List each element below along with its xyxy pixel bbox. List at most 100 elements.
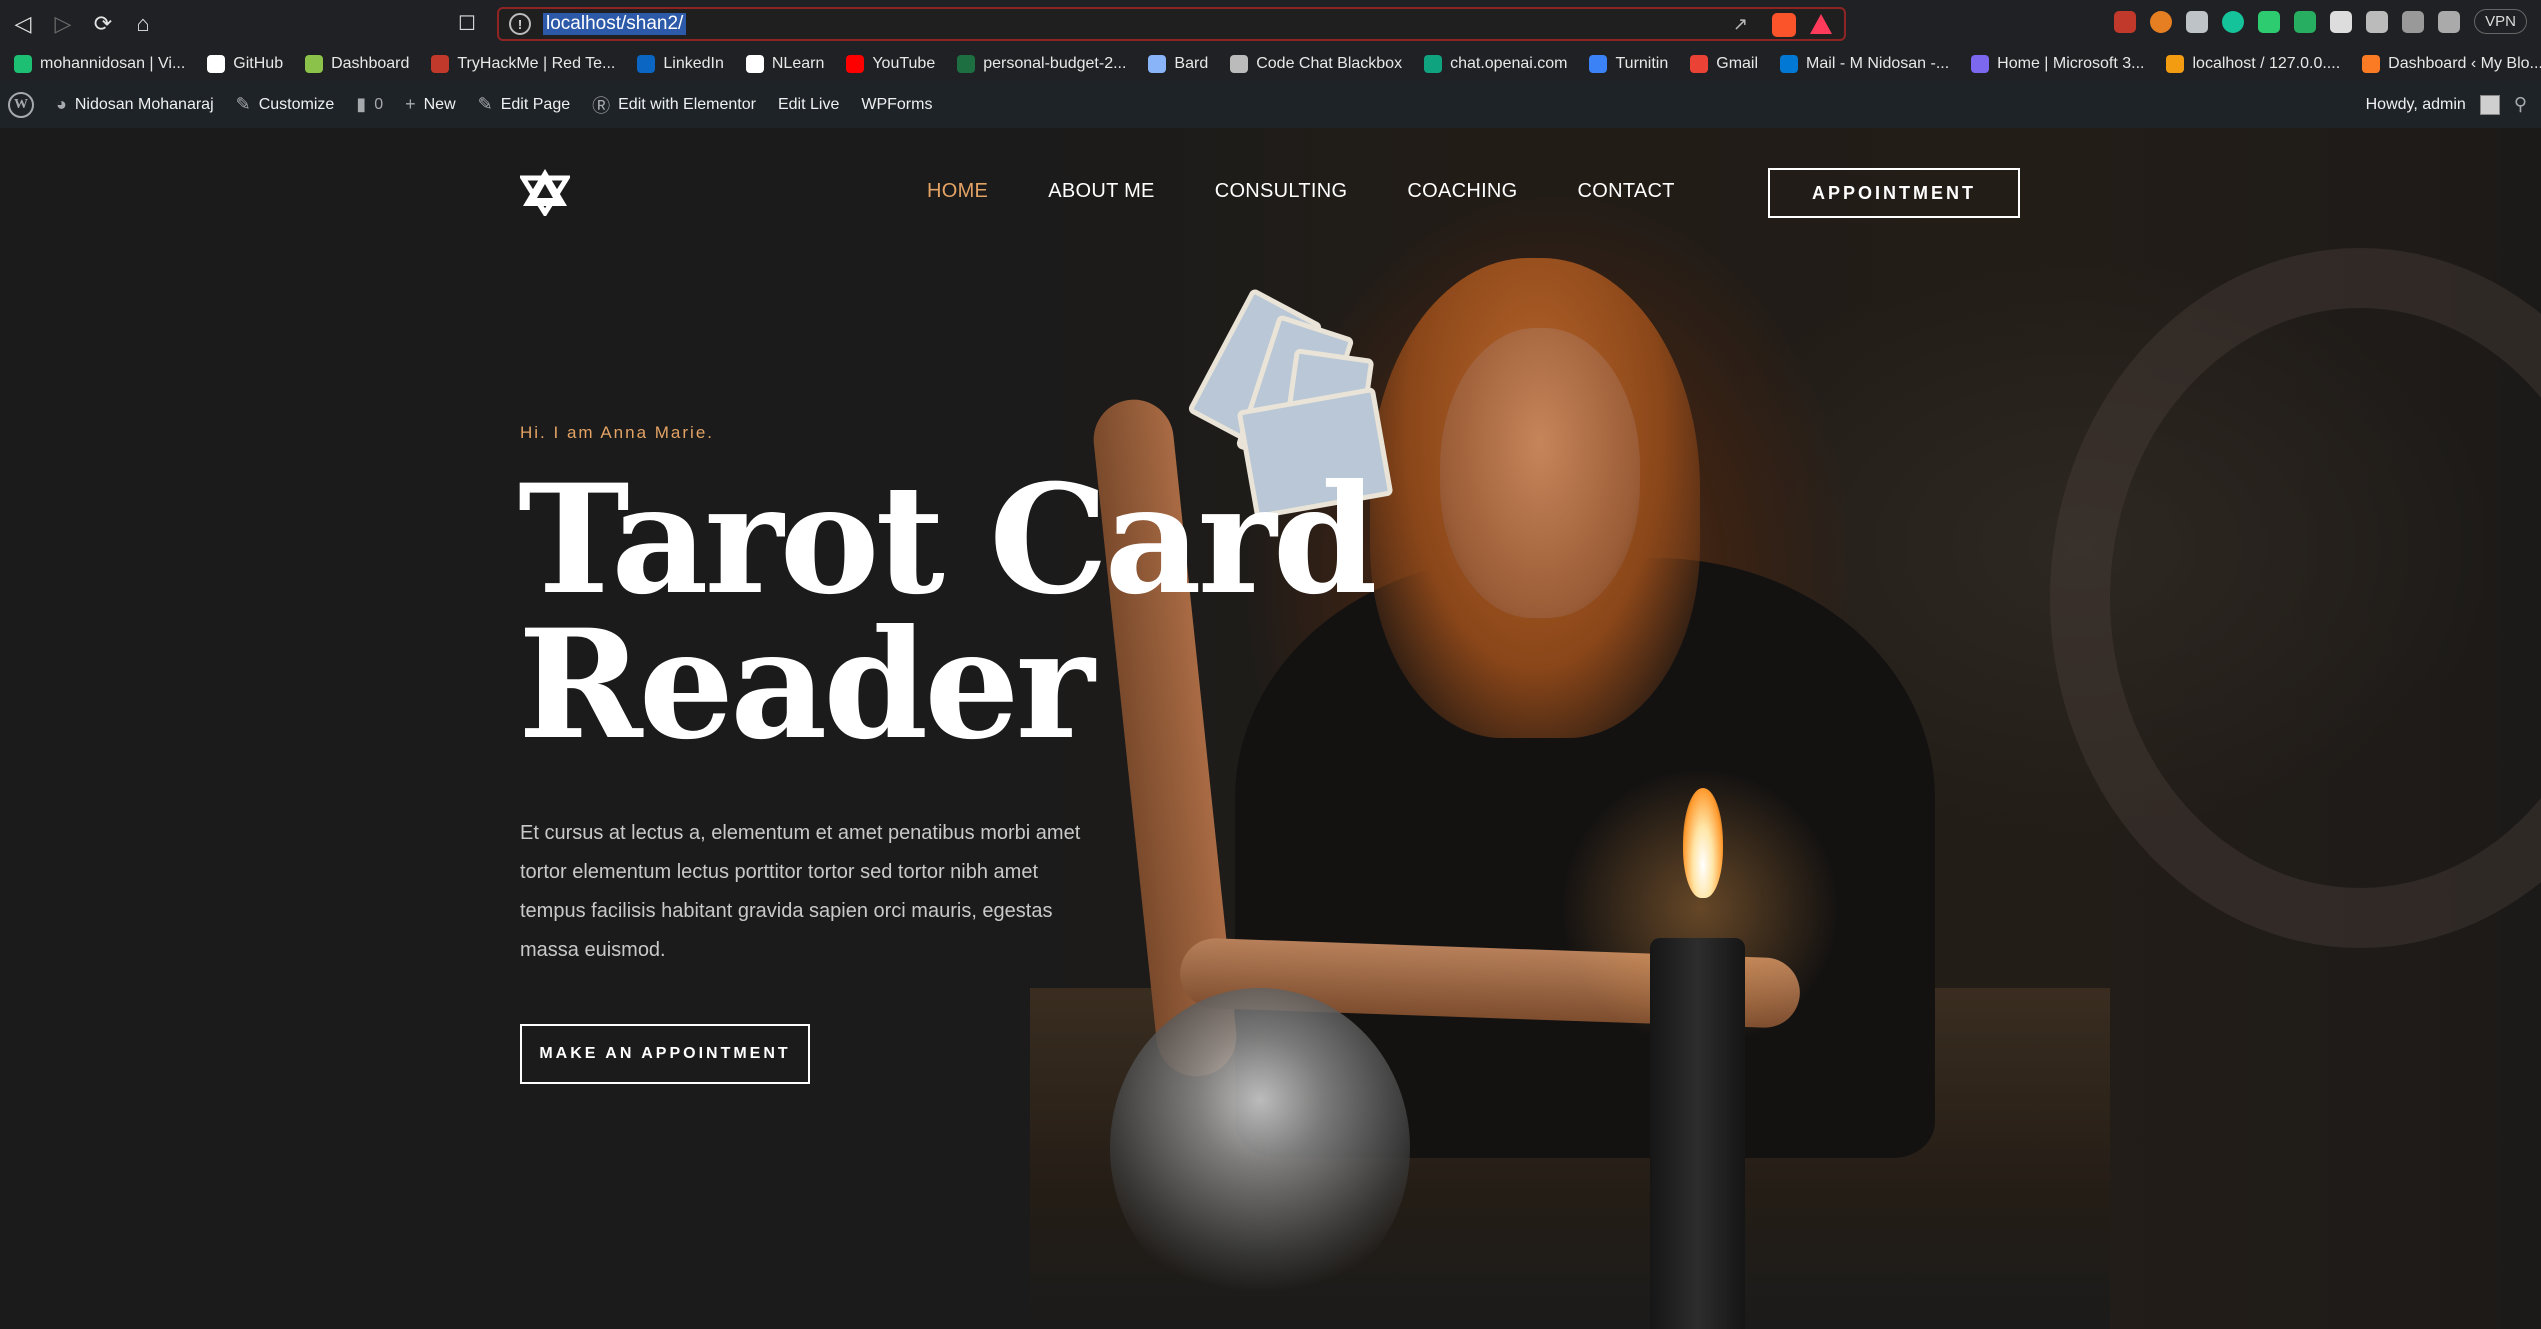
site-info-icon[interactable]: ! (509, 13, 531, 35)
comment-icon: ▮ (356, 94, 367, 114)
bookmark-label: mohannidosan | Vi... (40, 55, 186, 72)
wpforms-link[interactable]: WPForms (861, 96, 932, 114)
nlearn-icon (745, 55, 764, 73)
extension-cookie-icon[interactable] (2150, 10, 2173, 33)
bookmark-item[interactable]: Gmail (1690, 55, 1758, 73)
edit-page-link[interactable]: ✎ Edit Page (478, 94, 570, 115)
comments-link[interactable]: ▮ 0 (356, 94, 383, 115)
reload-icon[interactable]: ⟳ (86, 7, 120, 41)
extension-leaf-icon[interactable] (2294, 10, 2317, 33)
nav-contact[interactable]: CONTACT (1578, 180, 1675, 203)
howdy-user-link[interactable]: Howdy, admin (2366, 96, 2466, 114)
share-icon[interactable]: ↗ (1733, 14, 1748, 35)
extension-bird-icon[interactable] (2186, 10, 2209, 33)
fiverr-icon (14, 55, 32, 73)
bookmark-label: Code Chat Blackbox (1256, 55, 1403, 72)
customize-link[interactable]: ✎ Customize (236, 94, 335, 115)
bookmark-item[interactable]: mohannidosan | Vi... (14, 55, 185, 73)
shield-extension-icon[interactable] (2258, 10, 2281, 33)
bookmark-label: Mail - M Nidosan -... (1806, 55, 1950, 72)
nav-home[interactable]: HOME (927, 180, 988, 203)
avatar[interactable] (2479, 94, 2500, 115)
bookmark-label: Gmail (1716, 55, 1759, 72)
site-logo-icon[interactable] (520, 166, 570, 216)
search-icon[interactable]: ⚲ (2514, 94, 2527, 115)
forward-icon[interactable]: ▷ (46, 7, 80, 41)
bookmark-item[interactable]: localhost / 127.0.0.... (2166, 55, 2340, 73)
hero-title: Tarot Card Reader (518, 465, 1418, 760)
phpmyadmin-icon (2166, 55, 2185, 73)
download-icon[interactable] (2366, 10, 2389, 33)
home-icon[interactable]: ⌂ (126, 7, 160, 41)
comments-count: 0 (374, 95, 384, 113)
excel-icon (957, 55, 976, 73)
ublock-icon[interactable] (2114, 10, 2137, 33)
bookmark-icon[interactable]: ☐ (458, 11, 476, 36)
turnitin-icon (1589, 55, 1608, 73)
url-text[interactable]: localhost/shan2/ (543, 13, 687, 35)
wallet-icon[interactable] (2438, 10, 2461, 33)
new-label: New (423, 95, 456, 113)
bookmark-item[interactable]: personal-budget-2... (957, 55, 1126, 73)
bookmark-item[interactable]: Code Chat Blackbox (1230, 55, 1402, 73)
bookmark-item[interactable]: Dashboard (305, 55, 409, 73)
bookmark-label: YouTube (872, 55, 936, 72)
bookmark-item[interactable]: GitHub (207, 55, 283, 73)
back-icon[interactable]: ◁ (6, 7, 40, 41)
dashboard-icon: ◕ (56, 94, 67, 114)
appointment-button[interactable]: APPOINTMENT (1768, 168, 2020, 218)
xampp-icon (2362, 55, 2381, 73)
bookmark-label: LinkedIn (663, 55, 724, 72)
main-nav: HOME ABOUT ME CONSULTING COACHING CONTAC… (927, 180, 1675, 203)
nav-about-me[interactable]: ABOUT ME (1048, 180, 1155, 203)
crystal-ball-image (1110, 988, 1410, 1308)
cube-icon (305, 55, 324, 73)
bookmark-item[interactable]: LinkedIn (637, 55, 724, 73)
bookmark-item[interactable]: chat.openai.com (1424, 55, 1567, 73)
bookmark-item[interactable]: NLearn (745, 55, 824, 73)
browser-toolbar: ◁ ▷ ⟳ ⌂ ☐ ! localhost/shan2/ ↗ VPN (0, 0, 2541, 47)
sidebar-icon[interactable] (2402, 10, 2425, 33)
brush-icon: ✎ (235, 94, 251, 114)
wpforms-label: WPForms (861, 95, 933, 113)
wp-admin-bar: W ◕ Nidosan Mohanaraj ✎ Customize ▮ 0 + … (0, 81, 2541, 128)
bookmark-label: Dashboard (331, 55, 410, 72)
nav-consulting[interactable]: CONSULTING (1215, 180, 1348, 203)
extensions-puzzle-icon[interactable] (2330, 10, 2353, 33)
microsoft-icon (1971, 55, 1990, 73)
make-appointment-button[interactable]: MAKE AN APPOINTMENT (520, 1024, 810, 1084)
brave-rewards-icon[interactable] (1810, 14, 1832, 34)
customize-label: Customize (258, 95, 335, 113)
vpn-button[interactable]: VPN (2474, 9, 2527, 34)
edit-elementor-link[interactable]: Ⓡ Edit with Elementor (592, 92, 756, 118)
bookmark-label: TryHackMe | Red Te... (457, 55, 616, 72)
bookmark-item[interactable]: Mail - M Nidosan -... (1780, 55, 1949, 73)
reader-face-image (1440, 328, 1640, 618)
bookmark-item[interactable]: Home | Microsoft 3... (1971, 55, 2144, 73)
brave-shields-icon[interactable] (1772, 13, 1796, 37)
site-name-label: Nidosan Mohanaraj (74, 95, 214, 113)
bookmark-item[interactable]: Turnitin (1589, 55, 1668, 73)
plus-icon: + (405, 94, 416, 114)
linkedin-icon (637, 55, 656, 73)
elementor-icon: Ⓡ (592, 95, 611, 116)
bookmark-label: personal-budget-2... (983, 55, 1127, 72)
bookmarks-bar: mohannidosan | Vi... GitHub Dashboard TryHa… (0, 47, 2541, 81)
grammarly-icon[interactable] (2222, 10, 2245, 33)
hero-description: Et cursus at lectus a, elementum et amet… (520, 822, 1081, 961)
edit-live-label: Edit Live (777, 95, 840, 113)
bookmark-label: Home | Microsoft 3... (1997, 55, 2145, 72)
bookmark-label: GitHub (233, 55, 284, 72)
extensions-area: VPN (2114, 9, 2527, 34)
address-bar[interactable]: ! localhost/shan2/ ↗ (497, 7, 1846, 41)
bookmark-item[interactable]: YouTube (846, 55, 935, 73)
wordpress-logo-icon[interactable]: W (8, 91, 34, 118)
bookmark-item[interactable]: Bard (1148, 55, 1208, 73)
nav-coaching[interactable]: COACHING (1407, 180, 1517, 203)
bookmark-item[interactable]: TryHackMe | Red Te... (431, 55, 615, 73)
bookmark-label: Dashboard ‹ My Blo... (2388, 55, 2541, 72)
new-content-link[interactable]: + New (405, 94, 456, 115)
site-name-link[interactable]: ◕ Nidosan Mohanaraj (56, 94, 214, 115)
bookmark-item[interactable]: Dashboard ‹ My Blo... (2362, 55, 2541, 73)
edit-live-link[interactable]: Edit Live (778, 96, 839, 114)
